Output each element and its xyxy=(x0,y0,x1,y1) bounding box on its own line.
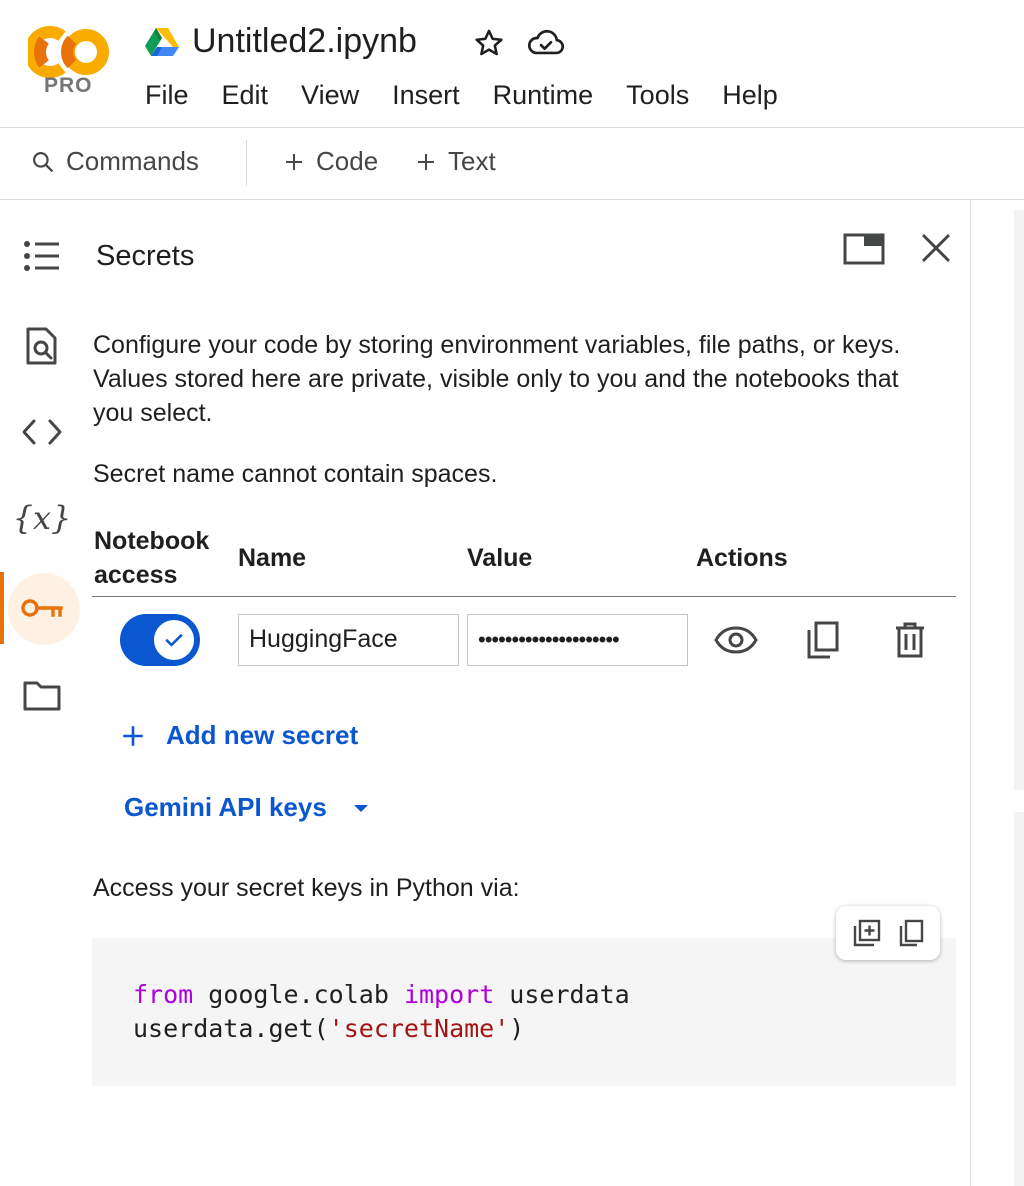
sidebar-item-variables[interactable]: {x} xyxy=(0,482,84,554)
add-text-button[interactable]: Text xyxy=(414,146,496,177)
show-value-button[interactable] xyxy=(712,618,760,662)
star-icon[interactable] xyxy=(472,26,506,60)
notebook-edge-bottom xyxy=(1014,812,1024,1186)
caret-down-icon xyxy=(353,804,368,812)
trash-icon xyxy=(896,622,924,658)
insert-code-icon[interactable] xyxy=(852,918,882,948)
code-string: 'secretName' xyxy=(328,1014,510,1043)
column-header-name: Name xyxy=(238,544,307,572)
check-icon xyxy=(165,634,183,647)
add-new-secret-button[interactable]: Add new secret xyxy=(120,720,358,751)
sidebar-item-find[interactable] xyxy=(0,310,84,382)
column-header-access-line2: access xyxy=(94,561,178,589)
notebook-access-toggle[interactable] xyxy=(120,614,200,666)
sidebar-item-secrets[interactable] xyxy=(0,572,84,644)
code-import-name: userdata xyxy=(494,980,630,1009)
menu-help[interactable]: Help xyxy=(722,80,778,111)
menu-file[interactable]: File xyxy=(145,80,189,111)
code-snippets-icon xyxy=(22,419,62,445)
menu-edit[interactable]: Edit xyxy=(222,80,269,111)
toolbar-divider xyxy=(246,140,247,186)
code-text[interactable]: from google.colab import userdata userda… xyxy=(133,978,630,1046)
secret-value-input[interactable]: ••••••••••••••••••••• xyxy=(467,614,688,666)
close-icon[interactable] xyxy=(918,230,954,266)
plus-icon xyxy=(286,153,302,170)
add-text-label: Text xyxy=(448,146,496,176)
eye-icon xyxy=(714,626,758,654)
toggle-knob xyxy=(154,620,194,660)
notebook-toolbar: Commands Code Text xyxy=(0,128,1024,200)
sidebar-item-code-snippets[interactable] xyxy=(0,396,84,468)
panel-description: Configure your code by storing environme… xyxy=(93,331,901,427)
column-header-value: Value xyxy=(467,544,533,572)
open-in-tab-icon[interactable] xyxy=(842,232,886,266)
cloud-saved-icon[interactable] xyxy=(526,26,566,60)
code-snippet-toolbar xyxy=(836,906,940,960)
plus-icon xyxy=(123,725,143,746)
secret-name-input[interactable]: HuggingFace xyxy=(238,614,459,666)
column-header-notebook-access: Notebook access xyxy=(94,524,209,592)
panel-divider[interactable] xyxy=(970,200,971,1186)
gemini-api-keys-label: Gemini API keys xyxy=(124,792,327,822)
variables-icon: {x} xyxy=(12,499,72,537)
notebook-title[interactable]: Untitled2.ipynb xyxy=(192,22,417,61)
folder-icon xyxy=(23,681,61,711)
gemini-api-keys-dropdown[interactable]: Gemini API keys xyxy=(124,792,371,823)
google-drive-icon[interactable] xyxy=(145,26,179,56)
secret-name-note: Secret name cannot contain spaces. xyxy=(93,460,498,488)
table-divider xyxy=(92,596,956,597)
copy-code-icon[interactable] xyxy=(897,918,925,948)
delete-secret-button[interactable] xyxy=(886,618,934,662)
sidebar-item-files[interactable] xyxy=(0,660,84,732)
pro-badge: PRO xyxy=(44,74,93,97)
search-icon xyxy=(33,151,53,172)
notebook-edge-top xyxy=(1014,210,1024,790)
add-new-secret-label: Add new secret xyxy=(166,720,359,750)
key-icon xyxy=(21,599,63,617)
toc-icon xyxy=(24,241,59,271)
menu-tools[interactable]: Tools xyxy=(626,80,689,111)
add-code-button[interactable]: Code xyxy=(282,146,378,177)
code-module: google.colab xyxy=(193,980,404,1009)
add-code-label: Code xyxy=(316,146,379,176)
column-header-access-line1: Notebook xyxy=(94,527,210,555)
plus-icon xyxy=(418,153,434,170)
code-keyword-import: import xyxy=(403,980,495,1009)
copy-icon xyxy=(807,621,839,659)
commands-label: Commands xyxy=(66,146,199,176)
menu-runtime[interactable]: Runtime xyxy=(493,80,594,111)
column-header-actions: Actions xyxy=(696,544,788,572)
copy-value-button[interactable] xyxy=(798,618,846,662)
code-call-suffix: ) xyxy=(509,1014,525,1043)
find-icon xyxy=(26,327,57,365)
code-keyword-from: from xyxy=(133,980,194,1009)
sidebar-item-table-of-contents[interactable] xyxy=(0,220,84,292)
code-call-prefix: userdata.get( xyxy=(133,1014,329,1043)
commands-button[interactable]: Commands xyxy=(30,146,199,177)
access-instructions: Access your secret keys in Python via: xyxy=(93,874,520,902)
menu-bar: File Edit View Insert Runtime Tools Help xyxy=(145,80,811,111)
panel-title: Secrets xyxy=(96,240,195,272)
menu-view[interactable]: View xyxy=(301,80,359,111)
app-header: PRO Untitled2.ipynb File Edit View Inser… xyxy=(0,0,1024,128)
menu-insert[interactable]: Insert xyxy=(392,80,460,111)
